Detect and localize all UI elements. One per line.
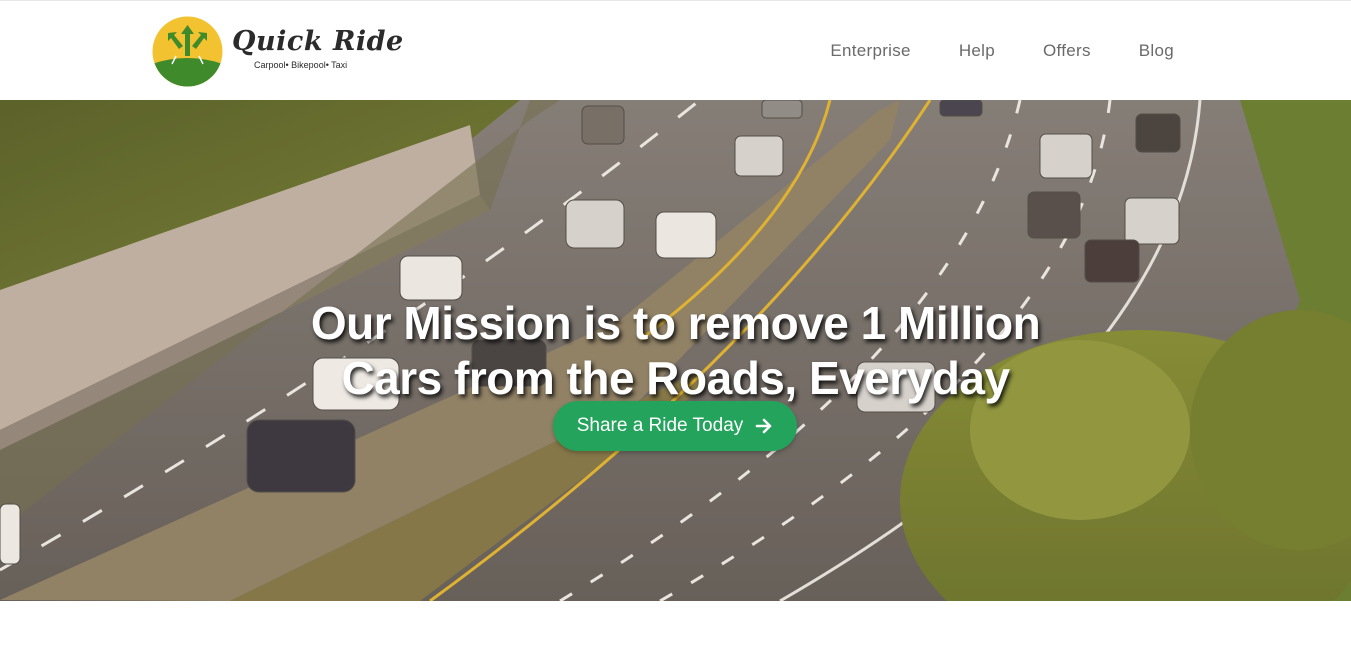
hero-title: Our Mission is to remove 1 Million Cars … bbox=[0, 296, 1351, 406]
nav-item-help[interactable]: Help bbox=[959, 41, 995, 61]
nav-item-enterprise[interactable]: Enterprise bbox=[830, 41, 910, 61]
site-header: Quick Ride Carpool• Bikepool• Taxi Enter… bbox=[0, 0, 1351, 100]
share-a-ride-label: Share a Ride Today bbox=[576, 415, 744, 436]
brand-name: Quick Ride bbox=[232, 26, 404, 57]
main-nav: Enterprise Help Offers Blog bbox=[830, 41, 1174, 61]
arrow-right-icon bbox=[755, 418, 772, 434]
nav-item-blog[interactable]: Blog bbox=[1139, 41, 1174, 61]
logo-mark-icon bbox=[152, 16, 223, 87]
page: Quick Ride Carpool• Bikepool• Taxi Enter… bbox=[0, 0, 1351, 654]
brand-tagline: Carpool• Bikepool• Taxi bbox=[254, 60, 348, 70]
nav-item-offers[interactable]: Offers bbox=[1043, 41, 1091, 61]
share-a-ride-button[interactable]: Share a Ride Today bbox=[553, 401, 797, 451]
quick-ride-logo[interactable]: Quick Ride Carpool• Bikepool• Taxi bbox=[152, 16, 403, 88]
content-below-hero bbox=[0, 601, 1351, 654]
hero-title-line-2: Cars from the Roads, Everyday bbox=[341, 351, 1010, 404]
hero-section: Our Mission is to remove 1 Million Cars … bbox=[0, 100, 1351, 601]
hero-title-line-1: Our Mission is to remove 1 Million bbox=[310, 296, 1041, 349]
